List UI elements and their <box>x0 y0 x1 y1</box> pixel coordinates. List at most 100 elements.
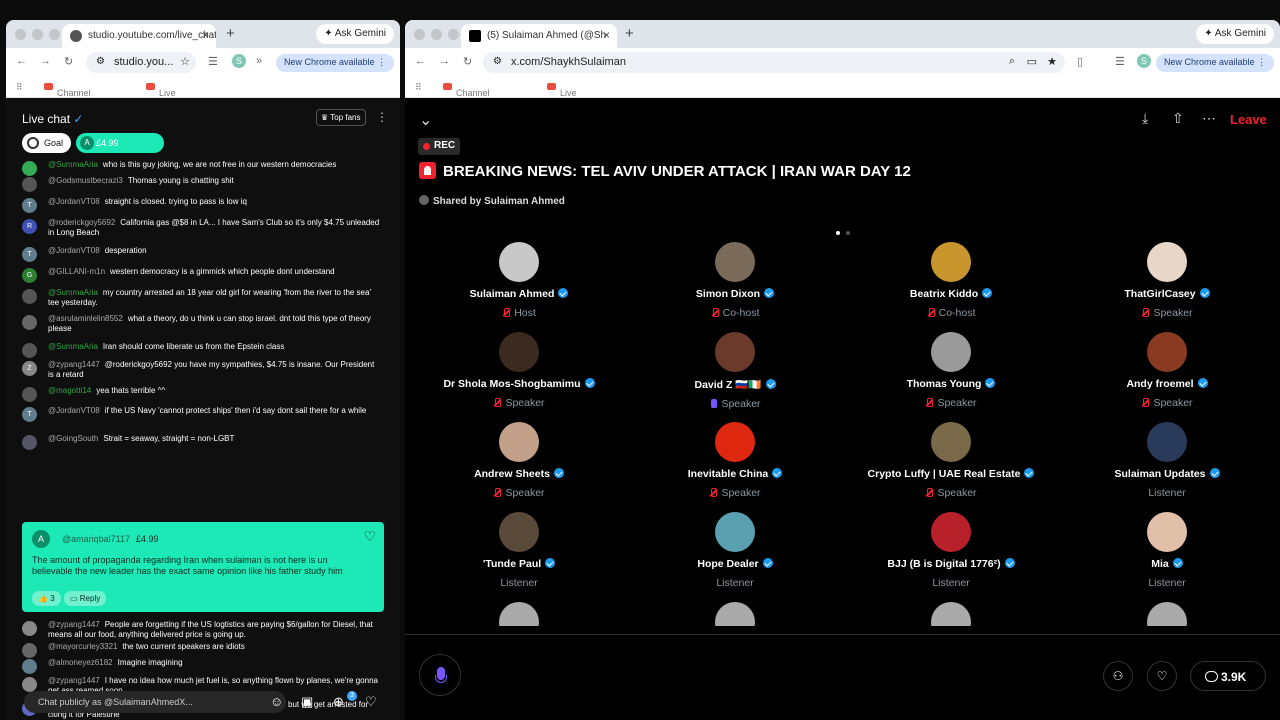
ticker-superchat[interactable]: A £4.99 <box>76 133 164 153</box>
reload-icon[interactable]: ↻ <box>64 55 73 68</box>
author-name[interactable]: @JordanVT08 <box>48 197 100 206</box>
participant-card[interactable]: ThatGirlCasey Speaker <box>1059 242 1275 319</box>
chat-message[interactable]: @SummaAria Iran should come liberate us f… <box>22 342 382 358</box>
participant-card[interactable]: Andy froemel Speaker <box>1059 332 1275 409</box>
chat-message[interactable]: T @JordanVT08 if the US Navy 'cannot prote… <box>22 406 382 422</box>
new-chrome-available-button[interactable]: New Chrome available ⋮ <box>275 54 394 72</box>
participant-card[interactable]: Mia Listener <box>1059 512 1275 589</box>
heart-icon[interactable]: ♡ <box>363 528 376 545</box>
chat-message[interactable]: G @GILLANI-m1n western democracy is a gimm… <box>22 267 382 283</box>
chat-message[interactable]: @SummaAria who is this guy joking, we are… <box>22 160 382 176</box>
live-chat-title[interactable]: Live chat ✓ <box>22 112 83 126</box>
reload-icon[interactable]: ↻ <box>463 55 472 68</box>
participant-avatar[interactable] <box>931 512 971 552</box>
author-name[interactable]: @SummaAria <box>48 342 98 351</box>
minimize-window-button[interactable] <box>32 29 43 40</box>
participant-card[interactable] <box>843 602 1059 626</box>
like-button[interactable]: 👍 3 <box>32 591 61 606</box>
participant-card[interactable]: Crypto Luffy | UAE Real Estate Speaker <box>843 422 1059 499</box>
share-icon[interactable]: ⇧ <box>1172 110 1184 127</box>
chat-message[interactable]: @zypang1447 People are forgetting if the … <box>22 620 382 640</box>
chat-message[interactable]: T @JordanVT08 straight is closed. trying t… <box>22 197 382 213</box>
participant-card[interactable]: Inevitable China Speaker <box>627 422 843 499</box>
bookmark-live-streaming[interactable]: Live streaming - Y... <box>146 82 199 118</box>
dock-icon[interactable]: ⤓ <box>1142 110 1148 127</box>
browser-tab-live-chat[interactable]: studio.youtube.com/live_chat × <box>62 24 216 48</box>
apps-icon[interactable]: ⠿ <box>16 82 23 93</box>
participant-card[interactable]: 'Tunde Paul Listener <box>411 512 627 589</box>
address-bar[interactable]: ⚙ studio.you... ☆ <box>86 52 196 73</box>
chat-message[interactable]: @almoneyez6182 Imagine imagining <box>22 658 382 674</box>
chat-message[interactable]: @Godsmustbecrazi3 Thomas young is chattin… <box>22 176 382 192</box>
site-info-icon[interactable]: ⚙ <box>96 56 105 67</box>
close-window-button[interactable] <box>15 29 26 40</box>
author-name[interactable]: @amariqbal7117 <box>62 534 130 544</box>
participant-avatar[interactable] <box>499 242 539 282</box>
reply-button[interactable]: ▭ Reply <box>64 591 107 606</box>
react-button[interactable]: ♡ <box>1147 661 1177 691</box>
chat-message[interactable]: T @JordanVT08 desperation <box>22 246 382 262</box>
participant-card[interactable] <box>627 602 843 626</box>
extensions-icon[interactable]: ☰ <box>208 55 218 68</box>
forward-icon[interactable]: → <box>40 55 51 67</box>
participant-avatar[interactable] <box>715 422 755 462</box>
new-tab-button[interactable]: + <box>226 25 235 42</box>
participant-avatar[interactable] <box>1147 512 1187 552</box>
participant-card[interactable]: Sulaiman Updates Listener <box>1059 422 1275 499</box>
profile-avatar[interactable]: S <box>1137 54 1151 68</box>
author-name[interactable]: @mayorcurley3321 <box>48 642 117 651</box>
chat-message-list[interactable]: @SummaAria who is this guy joking, we are… <box>6 156 400 719</box>
participant-card[interactable]: David Z 🇷🇺🇮🇪 Speaker <box>627 332 843 410</box>
add-icon[interactable]: ⊕ <box>333 694 344 710</box>
zoom-icon[interactable]: ⌕ <box>1009 55 1015 68</box>
back-icon[interactable]: ← <box>16 55 27 67</box>
author-name[interactable]: @zypang1447 <box>48 676 100 685</box>
participant-avatar[interactable] <box>499 602 539 626</box>
author-name[interactable]: @zypang1447 <box>48 360 100 369</box>
emoji-icon[interactable]: ☺ <box>270 694 283 709</box>
chat-message[interactable]: R @roderickgoy5692 California gas @$8 in L… <box>22 218 382 238</box>
participant-avatar[interactable] <box>1147 332 1187 372</box>
chat-message[interactable]: @GoingSouth Strait = seaway, straight = n… <box>22 434 382 450</box>
extensions-icon[interactable]: ☰ <box>1115 55 1125 68</box>
ask-gemini-button[interactable]: ✦ Ask Gemini <box>316 24 394 44</box>
back-icon[interactable]: ← <box>415 55 426 67</box>
people-button[interactable]: ⚇ <box>1103 661 1133 691</box>
new-chrome-available-button[interactable]: New Chrome available ⋮ <box>1155 54 1274 72</box>
browser-tab-x[interactable]: (5) Sulaiman Ahmed (@Sh × <box>461 24 617 48</box>
minimize-space-chevron-icon[interactable]: ⌄ <box>419 110 432 130</box>
shared-by[interactable]: Shared by Sulaiman Ahmed <box>419 195 565 207</box>
cast-icon[interactable]: ▭ <box>1027 55 1037 68</box>
bookmark-star-icon[interactable]: ★ <box>1047 55 1057 68</box>
bookmark-channel-dashboard[interactable]: Channel dashboar... <box>443 82 501 108</box>
author-name[interactable]: @GILLANI-m1n <box>48 267 105 276</box>
heart-icon[interactable]: ♡ <box>365 694 377 710</box>
author-name[interactable]: @JordanVT08 <box>48 246 100 255</box>
participant-card[interactable]: Hope Dealer Listener <box>627 512 843 589</box>
participant-card[interactable]: BJJ (B is Digital 1776²) Listener <box>843 512 1059 589</box>
bookmark-star-icon[interactable]: ☆ <box>180 55 190 68</box>
profile-avatar[interactable]: S <box>232 54 246 68</box>
close-tab-icon[interactable]: × <box>202 28 209 42</box>
author-name[interactable]: @magotti14 <box>48 386 91 395</box>
superchat-card[interactable]: A @amariqbal7117 £4.99 ♡ The amount of propa… <box>22 522 384 612</box>
author-name[interactable]: @almoneyez6182 <box>48 658 113 667</box>
participant-avatar[interactable] <box>1147 242 1187 282</box>
forward-icon[interactable]: → <box>439 55 450 67</box>
participant-avatar[interactable] <box>931 422 971 462</box>
apps-icon[interactable]: ⠿ <box>415 82 422 93</box>
author-name[interactable]: @Godsmustbecrazi3 <box>48 176 123 185</box>
author-name[interactable]: @zypang1447 <box>48 620 100 629</box>
participant-card[interactable]: Simon Dixon Co-host <box>627 242 843 319</box>
replies-button[interactable]: 3.9K <box>1190 661 1266 691</box>
participant-avatar[interactable] <box>715 602 755 626</box>
mic-button[interactable] <box>419 654 461 696</box>
author-name[interactable]: @JordanVT08 <box>48 406 100 415</box>
author-name[interactable]: @SummaAria <box>48 160 98 169</box>
author-name[interactable]: @GoingSouth <box>48 434 98 443</box>
participant-avatar[interactable] <box>931 602 971 626</box>
participant-avatar[interactable] <box>931 242 971 282</box>
participant-avatar[interactable] <box>499 422 539 462</box>
address-bar[interactable]: ⚙ x.com/ShaykhSulaiman ⌕ ▭ ★ <box>483 52 1065 73</box>
minimize-window-button[interactable] <box>431 29 442 40</box>
